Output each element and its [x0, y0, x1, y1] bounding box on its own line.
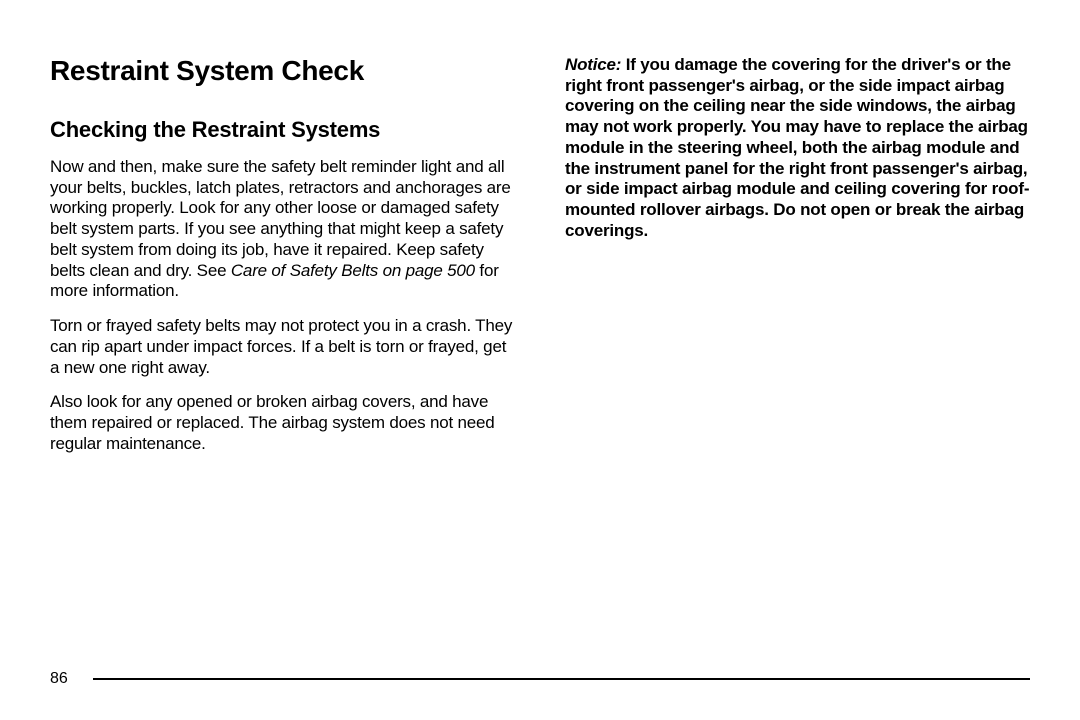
paragraph-2: Torn or frayed safety belts may not prot… — [50, 316, 515, 378]
notice-paragraph: Notice: If you damage the covering for t… — [565, 55, 1030, 242]
column-layout: Restraint System Check Checking the Rest… — [50, 55, 1030, 469]
para1-italic-reference: Care of Safety Belts on page 500 — [231, 261, 475, 280]
right-column: Notice: If you damage the covering for t… — [565, 55, 1030, 469]
document-page: Restraint System Check Checking the Rest… — [0, 0, 1080, 720]
page-footer: 86 — [50, 670, 1030, 688]
page-number: 86 — [50, 670, 68, 688]
main-heading: Restraint System Check — [50, 55, 515, 87]
paragraph-3: Also look for any opened or broken airba… — [50, 392, 515, 454]
footer-divider — [93, 678, 1030, 680]
paragraph-1: Now and then, make sure the safety belt … — [50, 157, 515, 302]
sub-heading: Checking the Restraint Systems — [50, 117, 515, 143]
notice-label: Notice: — [565, 55, 621, 74]
left-column: Restraint System Check Checking the Rest… — [50, 55, 515, 469]
notice-body: If you damage the covering for the drive… — [565, 55, 1029, 240]
